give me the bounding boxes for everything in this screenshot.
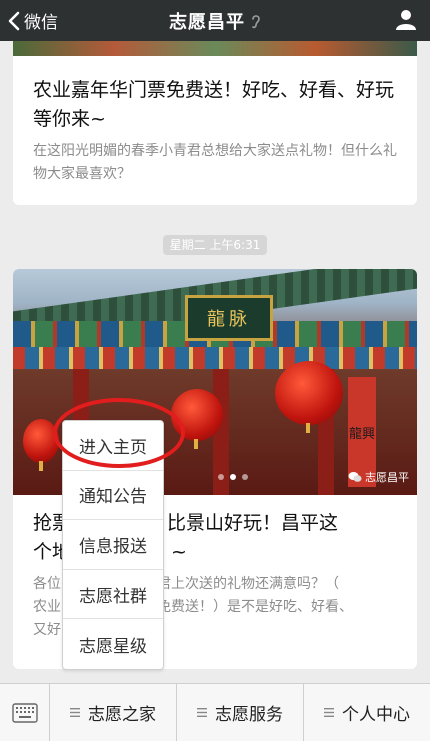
tab-volunteer-home[interactable]: 志愿之家 <box>50 684 177 741</box>
carousel-dot-active <box>230 474 236 480</box>
headline-part: ~ <box>171 541 187 563</box>
listen-icon <box>252 14 260 28</box>
timestamp-text: 星期二 上午6:31 <box>162 235 268 255</box>
plaque: 龍脉 <box>185 295 273 341</box>
page-title-text: 志愿昌平 <box>169 11 245 33</box>
article-1-summary: 在这阳光明媚的春季小青君总想给大家送点礼物！但什么礼物大家最喜欢？ <box>33 143 397 182</box>
carousel-dot <box>218 474 224 480</box>
menu-item-star-level[interactable]: 志愿星级 <box>63 619 163 669</box>
keyboard-icon <box>11 702 38 723</box>
watermark: 志愿昌平 <box>348 469 409 485</box>
menu-icon <box>70 708 80 717</box>
summary-part: 农业 <box>33 599 61 615</box>
tab-label: 志愿之家 <box>88 705 156 725</box>
tab-label: 个人中心 <box>342 705 410 725</box>
article-1-image <box>13 41 417 56</box>
submenu-popup: 进入主页 通知公告 信息报送 志愿社群 志愿星级 <box>62 420 164 670</box>
article-card-1[interactable]: 农业嘉年华门票免费送！好吃、好看、好玩等你来~ 在这阳光明媚的春季小青君总想给大… <box>13 41 417 205</box>
user-icon <box>396 10 416 30</box>
plaque-text: 龍脉 <box>207 309 251 330</box>
beam-decoration-lower <box>13 347 417 369</box>
user-profile-button[interactable] <box>394 7 418 35</box>
tab-personal-center[interactable]: 个人中心 <box>304 684 430 741</box>
bottom-nav: 志愿之家 志愿服务 个人中心 <box>0 683 430 741</box>
menu-icon <box>324 708 334 717</box>
summary-part: 又好 <box>33 622 61 638</box>
top-bar: 微信 志愿昌平 <box>0 0 430 41</box>
summary-part: 各位 <box>33 576 61 592</box>
wechat-icon <box>348 472 362 482</box>
keyboard-toggle-button[interactable] <box>0 684 50 741</box>
tab-label: 志愿服务 <box>215 705 283 725</box>
message-timestamp: 星期二 上午6:31 <box>0 234 430 255</box>
summary-part: 君上次送的礼物还满意吗？（ <box>157 576 339 592</box>
tab-volunteer-service[interactable]: 志愿服务 <box>177 684 304 741</box>
menu-item-notices[interactable]: 通知公告 <box>63 471 163 521</box>
page-title: 志愿昌平 <box>0 0 430 41</box>
carousel-dot <box>242 474 248 480</box>
carousel-dots <box>218 474 248 480</box>
couplet-text: 龍興 <box>348 426 375 442</box>
summary-part: 免费送！）是不是好吃、好看、 <box>157 599 353 615</box>
menu-icon <box>197 708 207 717</box>
watermark-text: 志愿昌平 <box>365 471 409 484</box>
lantern <box>275 361 343 433</box>
menu-item-home[interactable]: 进入主页 <box>63 421 163 471</box>
menu-item-community[interactable]: 志愿社群 <box>63 570 163 620</box>
article-1-headline[interactable]: 农业嘉年华门票免费送！好吃、好看、好玩等你来~ <box>13 76 417 134</box>
menu-item-report[interactable]: 信息报送 <box>63 520 163 570</box>
lantern <box>23 419 59 471</box>
lantern <box>171 389 223 449</box>
